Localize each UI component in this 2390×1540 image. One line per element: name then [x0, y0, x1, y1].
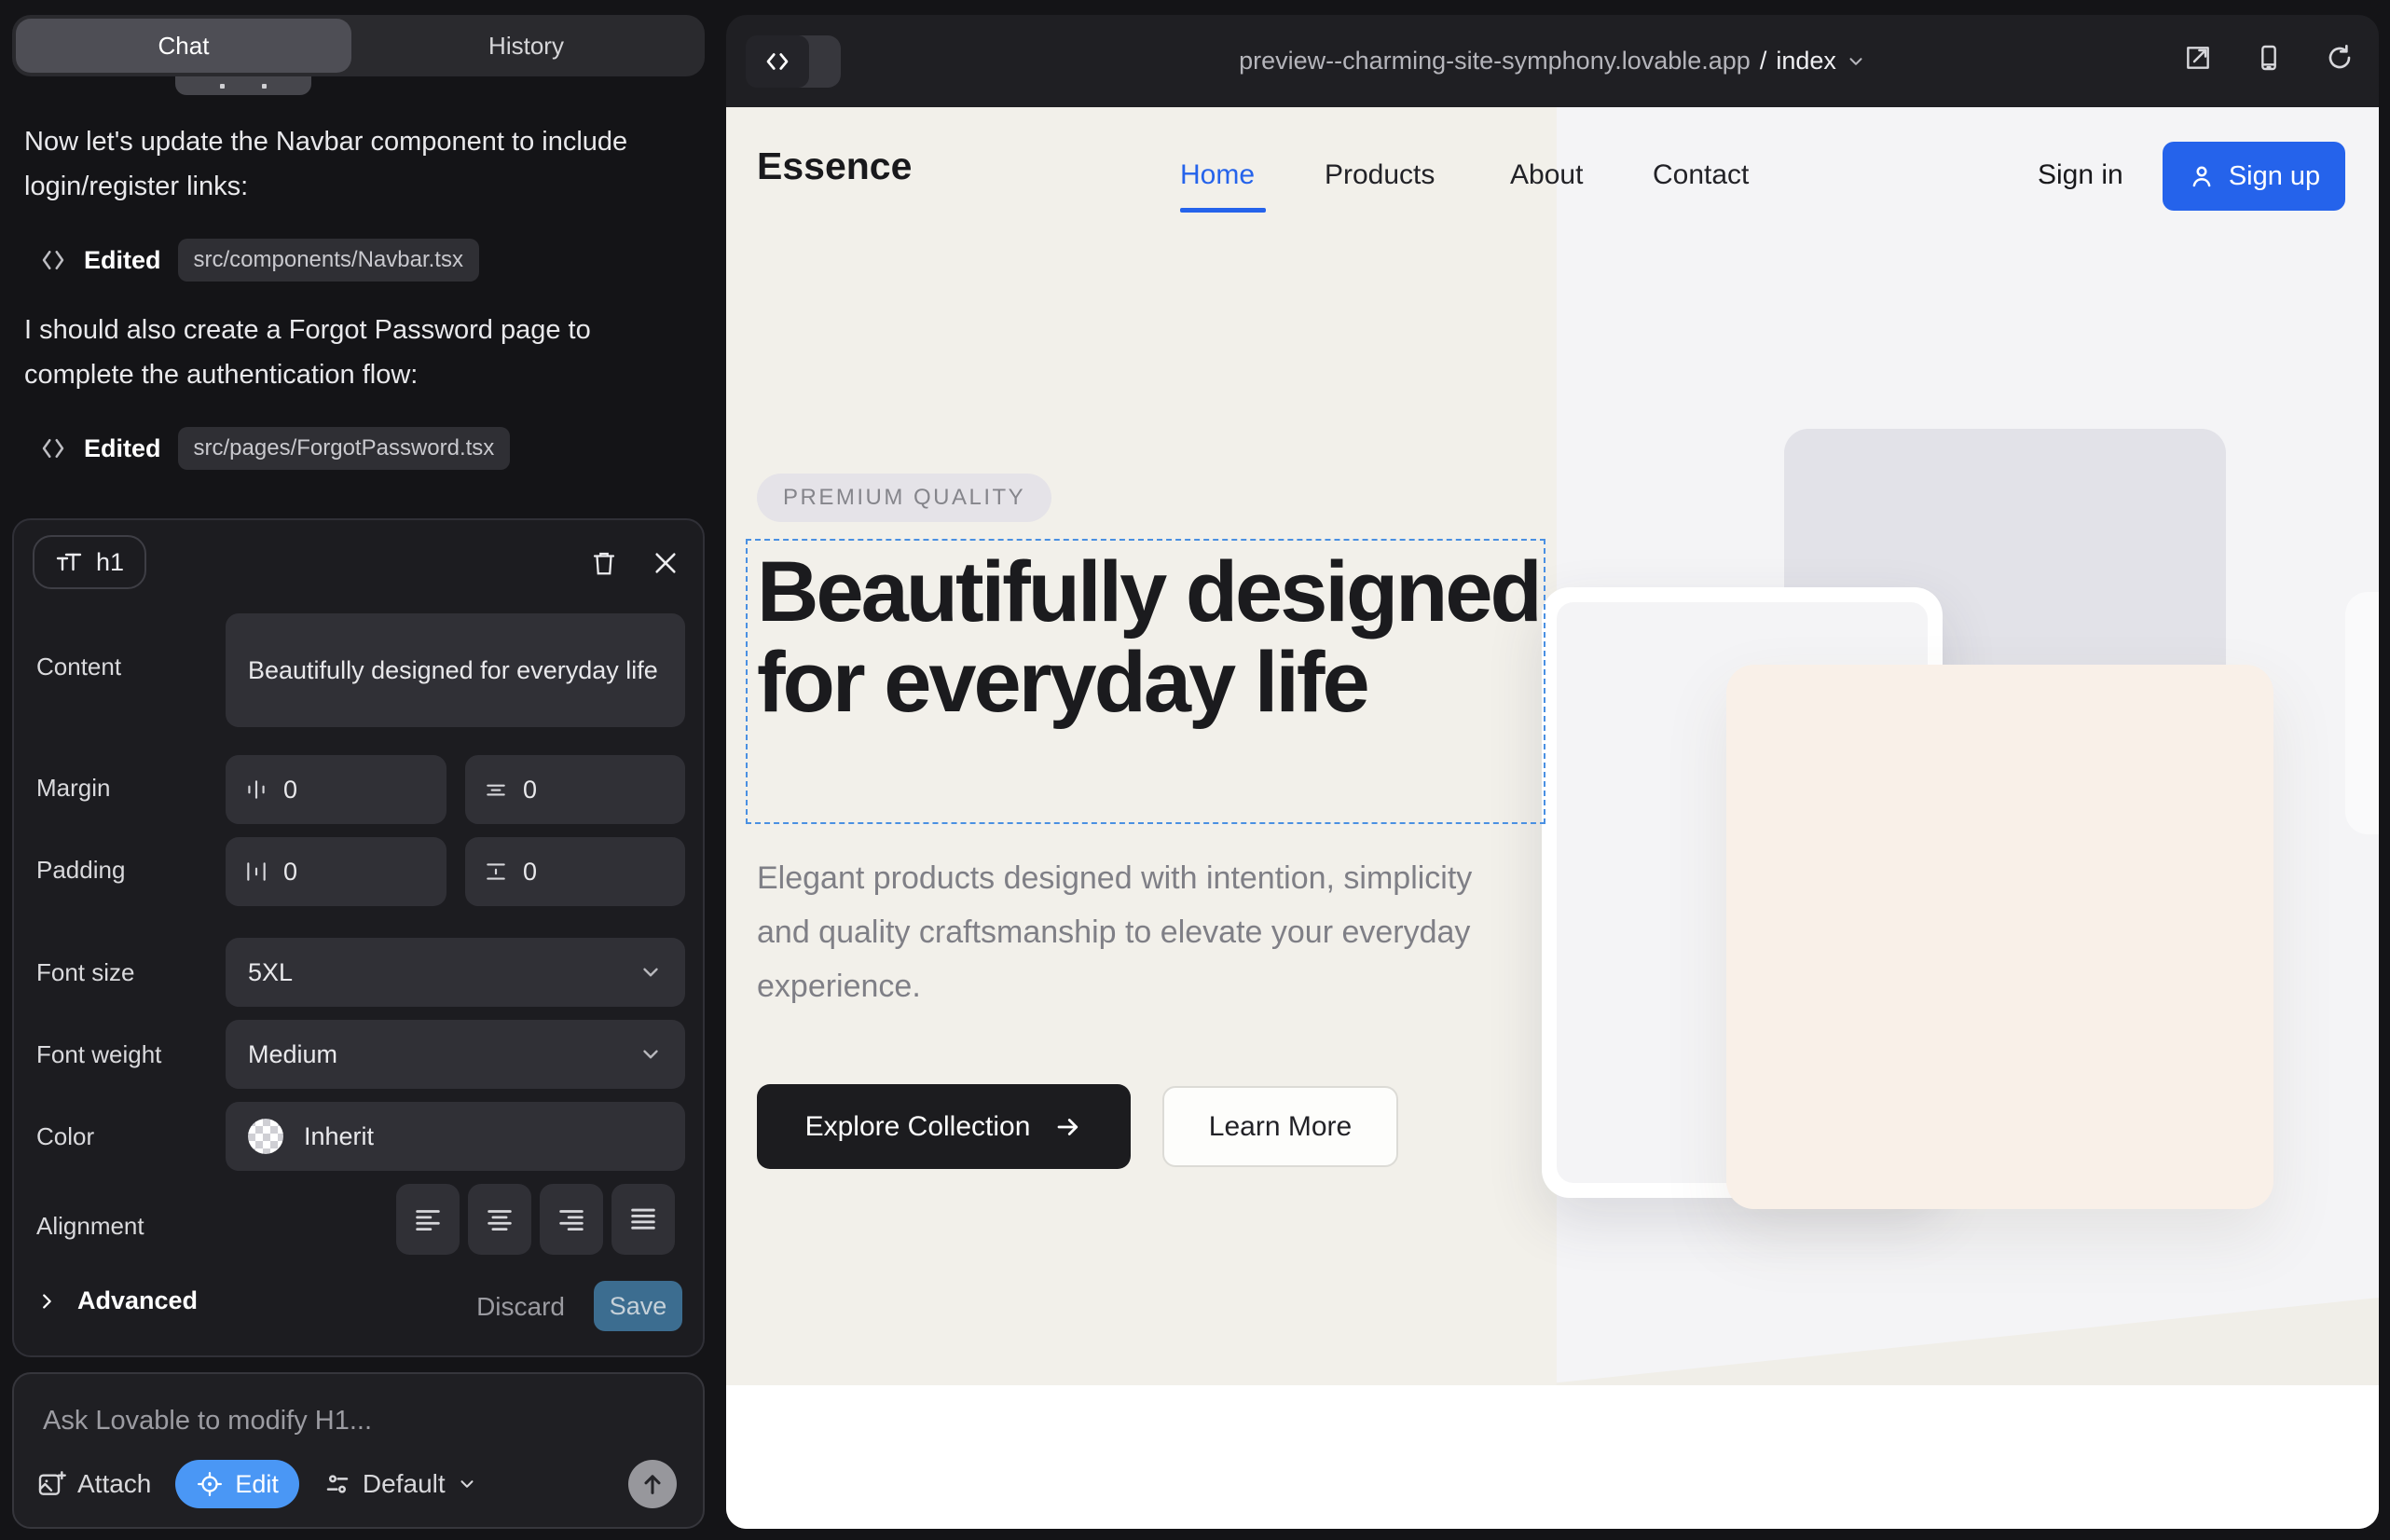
url-page: index — [1776, 47, 1836, 76]
align-left-icon — [412, 1203, 444, 1235]
chevron-right-icon — [36, 1291, 57, 1312]
margin-y-input[interactable]: 0 — [465, 755, 685, 824]
attach-image-icon — [36, 1469, 66, 1499]
next-section-background — [726, 1385, 2379, 1529]
align-center-icon — [484, 1203, 515, 1235]
save-button[interactable]: Save — [594, 1281, 682, 1331]
nav-link-about[interactable]: About — [1510, 159, 1583, 191]
refresh-icon — [2325, 43, 2355, 73]
attach-button[interactable]: Attach — [36, 1469, 151, 1499]
margin-label: Margin — [36, 774, 110, 803]
sign-in-link[interactable]: Sign in — [2038, 159, 2123, 191]
padding-x-input[interactable]: 0 — [226, 837, 446, 906]
margin-x-input[interactable]: 0 — [226, 755, 446, 824]
edited-file-row: Edited src/pages/ForgotPassword.tsx — [39, 427, 510, 470]
align-right-icon — [556, 1203, 587, 1235]
chevron-down-icon — [457, 1474, 477, 1494]
preview-browser-frame: preview--charming-site-symphony.lovable.… — [726, 15, 2379, 1529]
learn-more-button[interactable]: Learn More — [1162, 1086, 1398, 1167]
color-label: Color — [36, 1122, 94, 1151]
chevron-down-icon — [639, 1042, 663, 1066]
hero-heading[interactable]: Beautifully designed for everyday life — [757, 547, 1559, 728]
code-icon — [39, 246, 67, 274]
element-tag-label: h1 — [96, 548, 124, 577]
mobile-view-button[interactable] — [2254, 43, 2284, 73]
site-logo[interactable]: Essence — [757, 144, 912, 188]
align-left-button[interactable] — [396, 1184, 460, 1255]
chevron-down-icon — [1846, 51, 1866, 72]
margin-vertical-icon — [484, 777, 508, 802]
edited-label: Edited — [84, 246, 161, 275]
font-size-select[interactable]: 5XL — [226, 938, 685, 1007]
element-tag-pill: h1 — [33, 535, 146, 589]
edit-mode-button[interactable]: Edit — [175, 1460, 299, 1508]
align-center-button[interactable] — [468, 1184, 531, 1255]
send-button[interactable] — [628, 1460, 677, 1508]
align-right-button[interactable] — [540, 1184, 603, 1255]
decor-edge-glow — [2345, 592, 2379, 834]
font-size-label: Font size — [36, 958, 135, 987]
color-select[interactable]: Inherit — [226, 1102, 685, 1171]
trash-icon — [590, 549, 618, 577]
margin-horizontal-icon — [244, 777, 268, 802]
discard-button[interactable]: Discard — [476, 1292, 565, 1322]
sliders-icon — [323, 1470, 351, 1498]
tab-chat[interactable]: Chat — [16, 19, 351, 73]
tab-history[interactable]: History — [351, 19, 701, 73]
arrow-up-icon — [639, 1471, 666, 1497]
edited-label: Edited — [84, 434, 161, 463]
prompt-box: Ask Lovable to modify H1... Attach Edit … — [12, 1372, 705, 1529]
chat-sidebar: Chat History Now let's update the Navbar… — [0, 0, 726, 1540]
edited-file-row: Edited src/components/Navbar.tsx — [39, 239, 479, 282]
external-link-icon — [2183, 43, 2213, 73]
element-editor-panel: h1 Content Beautifully designed for ever… — [12, 518, 705, 1357]
hero-badge: PREMIUM QUALITY — [757, 474, 1051, 522]
content-label: Content — [36, 653, 121, 681]
padding-horizontal-icon — [244, 859, 268, 884]
refresh-button[interactable] — [2325, 43, 2355, 73]
decor-beige-card — [1726, 665, 2273, 1209]
sidebar-tabbar: Chat History — [12, 15, 705, 76]
file-badge[interactable]: src/pages/ForgotPassword.tsx — [178, 427, 511, 470]
delete-element-button[interactable] — [587, 546, 621, 580]
model-default-select[interactable]: Default — [323, 1469, 477, 1499]
chat-message: Now let's update the Navbar component to… — [24, 119, 651, 209]
url-domain: preview--charming-site-symphony.lovable.… — [1239, 47, 1751, 76]
file-badge[interactable]: src/components/Navbar.tsx — [178, 239, 479, 282]
color-swatch — [248, 1119, 283, 1154]
chat-message: I should also create a Forgot Password p… — [24, 308, 651, 397]
clipped-file-badge — [175, 76, 311, 95]
align-justify-button[interactable] — [611, 1184, 675, 1255]
sign-up-button[interactable]: Sign up — [2163, 142, 2345, 211]
nav-link-home[interactable]: Home — [1180, 159, 1255, 191]
nav-active-underline — [1180, 208, 1266, 213]
phone-icon — [2254, 43, 2284, 73]
target-icon — [196, 1470, 224, 1498]
url-bar[interactable]: preview--charming-site-symphony.lovable.… — [726, 15, 2379, 107]
arrow-right-icon — [1054, 1113, 1082, 1141]
explore-collection-button[interactable]: Explore Collection — [757, 1084, 1131, 1169]
alignment-label: Alignment — [36, 1212, 144, 1241]
advanced-toggle[interactable]: Advanced — [36, 1286, 198, 1315]
prompt-input[interactable]: Ask Lovable to modify H1... — [43, 1406, 372, 1437]
close-panel-button[interactable] — [649, 546, 682, 580]
close-icon — [652, 550, 679, 576]
content-input[interactable]: Beautifully designed for everyday life — [226, 613, 685, 727]
code-icon — [39, 434, 67, 462]
url-separator: / — [1760, 47, 1767, 76]
hero-description: Elegant products designed with intention… — [757, 851, 1512, 1013]
open-external-button[interactable] — [2183, 43, 2213, 73]
padding-vertical-icon — [484, 859, 508, 884]
typography-icon — [55, 548, 83, 576]
nav-link-contact[interactable]: Contact — [1653, 159, 1749, 191]
user-icon — [2188, 162, 2216, 190]
align-justify-icon — [627, 1203, 659, 1235]
nav-link-products[interactable]: Products — [1325, 159, 1435, 191]
chevron-down-icon — [639, 960, 663, 984]
site-canvas: Essence Home Products About Contact Sign… — [726, 107, 2379, 1529]
padding-y-input[interactable]: 0 — [465, 837, 685, 906]
padding-label: Padding — [36, 856, 125, 885]
font-weight-label: Font weight — [36, 1040, 161, 1069]
font-weight-select[interactable]: Medium — [226, 1020, 685, 1089]
